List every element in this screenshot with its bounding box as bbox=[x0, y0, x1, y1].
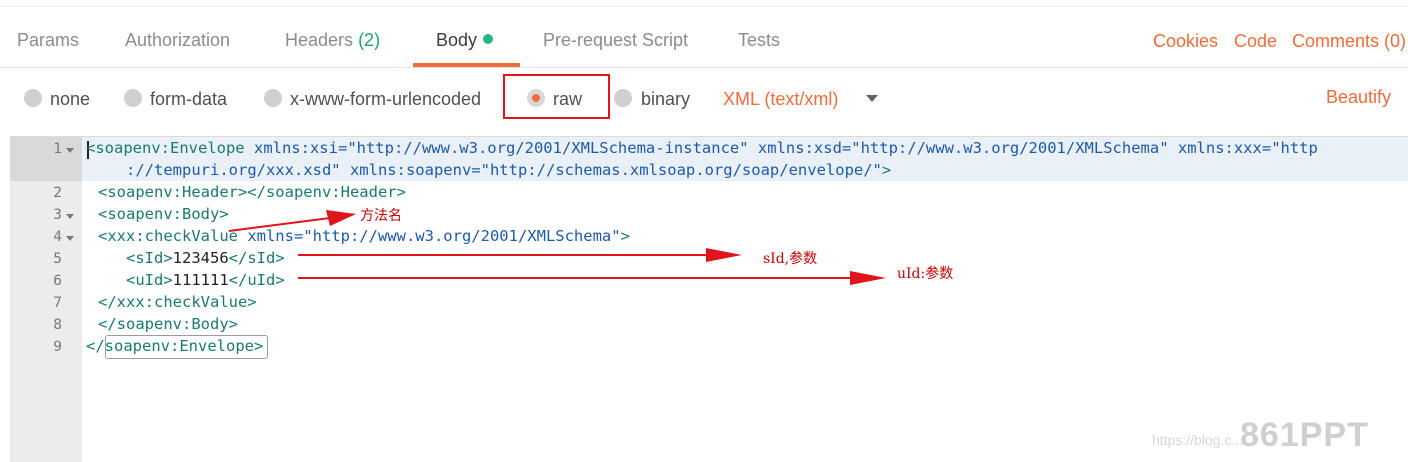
tab-params[interactable]: Params bbox=[17, 30, 79, 51]
code-token: "http://www.w3.org/2001/XMLSchema-instan… bbox=[347, 139, 749, 157]
annotation-method-name: 方法名 bbox=[360, 208, 402, 224]
line-number: 5 bbox=[53, 251, 62, 267]
line-number: 8 bbox=[53, 317, 62, 333]
body-active-dot-icon bbox=[483, 34, 494, 44]
code-token: <uId> bbox=[126, 271, 173, 289]
code-token: xmlns:xsd= bbox=[748, 139, 852, 157]
chevron-down-icon[interactable] bbox=[866, 95, 878, 102]
code-token: xmlns= bbox=[247, 227, 304, 245]
code-line-1: <soapenv:Envelope xmlns:xsi="http://www.… bbox=[86, 139, 1318, 157]
line-number: 4 bbox=[53, 229, 62, 245]
line-number: 3 bbox=[53, 207, 62, 223]
watermark-logo: 861PPT bbox=[1240, 416, 1369, 454]
request-tab-bar: Params Authorization Headers (2) Body Pr… bbox=[0, 6, 1408, 68]
raw-highlight-box bbox=[503, 74, 610, 119]
fold-arrow-icon[interactable] bbox=[66, 236, 74, 241]
line-number: 7 bbox=[53, 295, 62, 311]
code-token: 111111 bbox=[172, 271, 229, 289]
code-token: <xxx:checkValue bbox=[98, 227, 248, 245]
code-token: "http bbox=[1271, 139, 1318, 157]
code-token: > bbox=[881, 161, 892, 179]
code-link[interactable]: Code bbox=[1234, 31, 1277, 52]
body-type-bar: none form-data x-www-form-urlencoded raw… bbox=[0, 68, 1408, 130]
radio-form-data-label[interactable]: form-data bbox=[150, 89, 227, 110]
code-line-5: <sId>123456</sId> bbox=[126, 249, 285, 267]
code-token: <soapenv:Envelope bbox=[86, 139, 254, 157]
code-token: </uId> bbox=[228, 271, 285, 289]
code-line-8: </soapenv:Body> bbox=[98, 315, 238, 333]
code-token: <sId> bbox=[126, 249, 173, 267]
line-number: 2 bbox=[53, 185, 62, 201]
code-token: "http://schemas.xmlsoap.org/soap/envelop… bbox=[480, 161, 882, 179]
fold-arrow-icon[interactable] bbox=[66, 148, 74, 153]
line-number-gutter: 1 2 3 4 5 6 7 8 9 bbox=[10, 137, 82, 462]
radio-binary-label[interactable]: binary bbox=[641, 89, 690, 110]
code-line-4: <xxx:checkValue xmlns="http://www.w3.org… bbox=[98, 227, 630, 245]
cookies-link[interactable]: Cookies bbox=[1153, 31, 1218, 52]
line-number: 6 bbox=[53, 273, 62, 289]
code-line-6: <uId>111111</uId> bbox=[126, 271, 285, 289]
annotation-sid-param: sId,参数 bbox=[763, 251, 818, 267]
tab-body-label: Body bbox=[436, 30, 478, 50]
tab-pre-request-script[interactable]: Pre-request Script bbox=[543, 30, 688, 51]
annotation-uid-param: uId:参数 bbox=[897, 266, 954, 282]
code-token: 123456 bbox=[172, 249, 229, 267]
tab-headers-label: Headers bbox=[285, 30, 354, 50]
matching-tag-highlight bbox=[105, 335, 268, 359]
code-token: </xxx:checkValue> bbox=[98, 293, 257, 311]
radio-form-data[interactable] bbox=[124, 89, 142, 107]
code-line-7: </xxx:checkValue> bbox=[98, 293, 257, 311]
radio-x-www-form-urlencoded-label[interactable]: x-www-form-urlencoded bbox=[290, 89, 481, 110]
code-token: xmlns:soapenv= bbox=[340, 161, 481, 179]
headers-count-badge: (2) bbox=[358, 30, 381, 50]
comments-link[interactable]: Comments (0) bbox=[1292, 31, 1406, 52]
code-token: <soapenv:Body> bbox=[98, 205, 229, 223]
tab-body[interactable]: Body bbox=[436, 30, 494, 51]
fold-arrow-icon[interactable] bbox=[66, 214, 74, 219]
tab-authorization[interactable]: Authorization bbox=[125, 30, 230, 51]
code-line-2: <soapenv:Header></soapenv:Header> bbox=[98, 183, 406, 201]
code-token: </soapenv:Body> bbox=[98, 315, 238, 333]
code-token: </sId> bbox=[228, 249, 285, 267]
active-tab-underline bbox=[413, 63, 520, 67]
radio-none[interactable] bbox=[24, 89, 42, 107]
code-token: ://tempuri.org/xxx.xsd" bbox=[126, 161, 341, 179]
content-type-dropdown[interactable]: XML (text/xml) bbox=[723, 89, 838, 110]
radio-none-label[interactable]: none bbox=[50, 89, 90, 110]
code-editor[interactable]: 1 2 3 4 5 6 7 8 9 <soapenv:Envelope xmln… bbox=[10, 136, 1408, 462]
line-number: 1 bbox=[53, 141, 62, 157]
code-line-3: <soapenv:Body> bbox=[98, 205, 229, 223]
code-token: xmlns:xsi= bbox=[253, 139, 348, 157]
code-token: > bbox=[620, 227, 630, 245]
code-token: <soapenv:Header></soapenv:Header> bbox=[98, 183, 406, 201]
tab-tests[interactable]: Tests bbox=[738, 30, 780, 51]
watermark-url: https://blog.c... bbox=[1152, 432, 1244, 448]
code-token: </ bbox=[86, 337, 105, 355]
line-number: 9 bbox=[53, 339, 62, 355]
radio-x-www-form-urlencoded[interactable] bbox=[264, 89, 282, 107]
code-token: xmlns:xxx= bbox=[1168, 139, 1272, 157]
radio-binary[interactable] bbox=[614, 89, 632, 107]
code-line-1-wrap: ://tempuri.org/xxx.xsd" xmlns:soapenv="h… bbox=[126, 161, 891, 179]
code-token: "http://www.w3.org/2001/XMLSchema" bbox=[303, 227, 621, 245]
tab-headers[interactable]: Headers (2) bbox=[285, 30, 380, 51]
code-token: "http://www.w3.org/2001/XMLSchema" bbox=[851, 139, 1169, 157]
beautify-button[interactable]: Beautify bbox=[1326, 87, 1391, 108]
